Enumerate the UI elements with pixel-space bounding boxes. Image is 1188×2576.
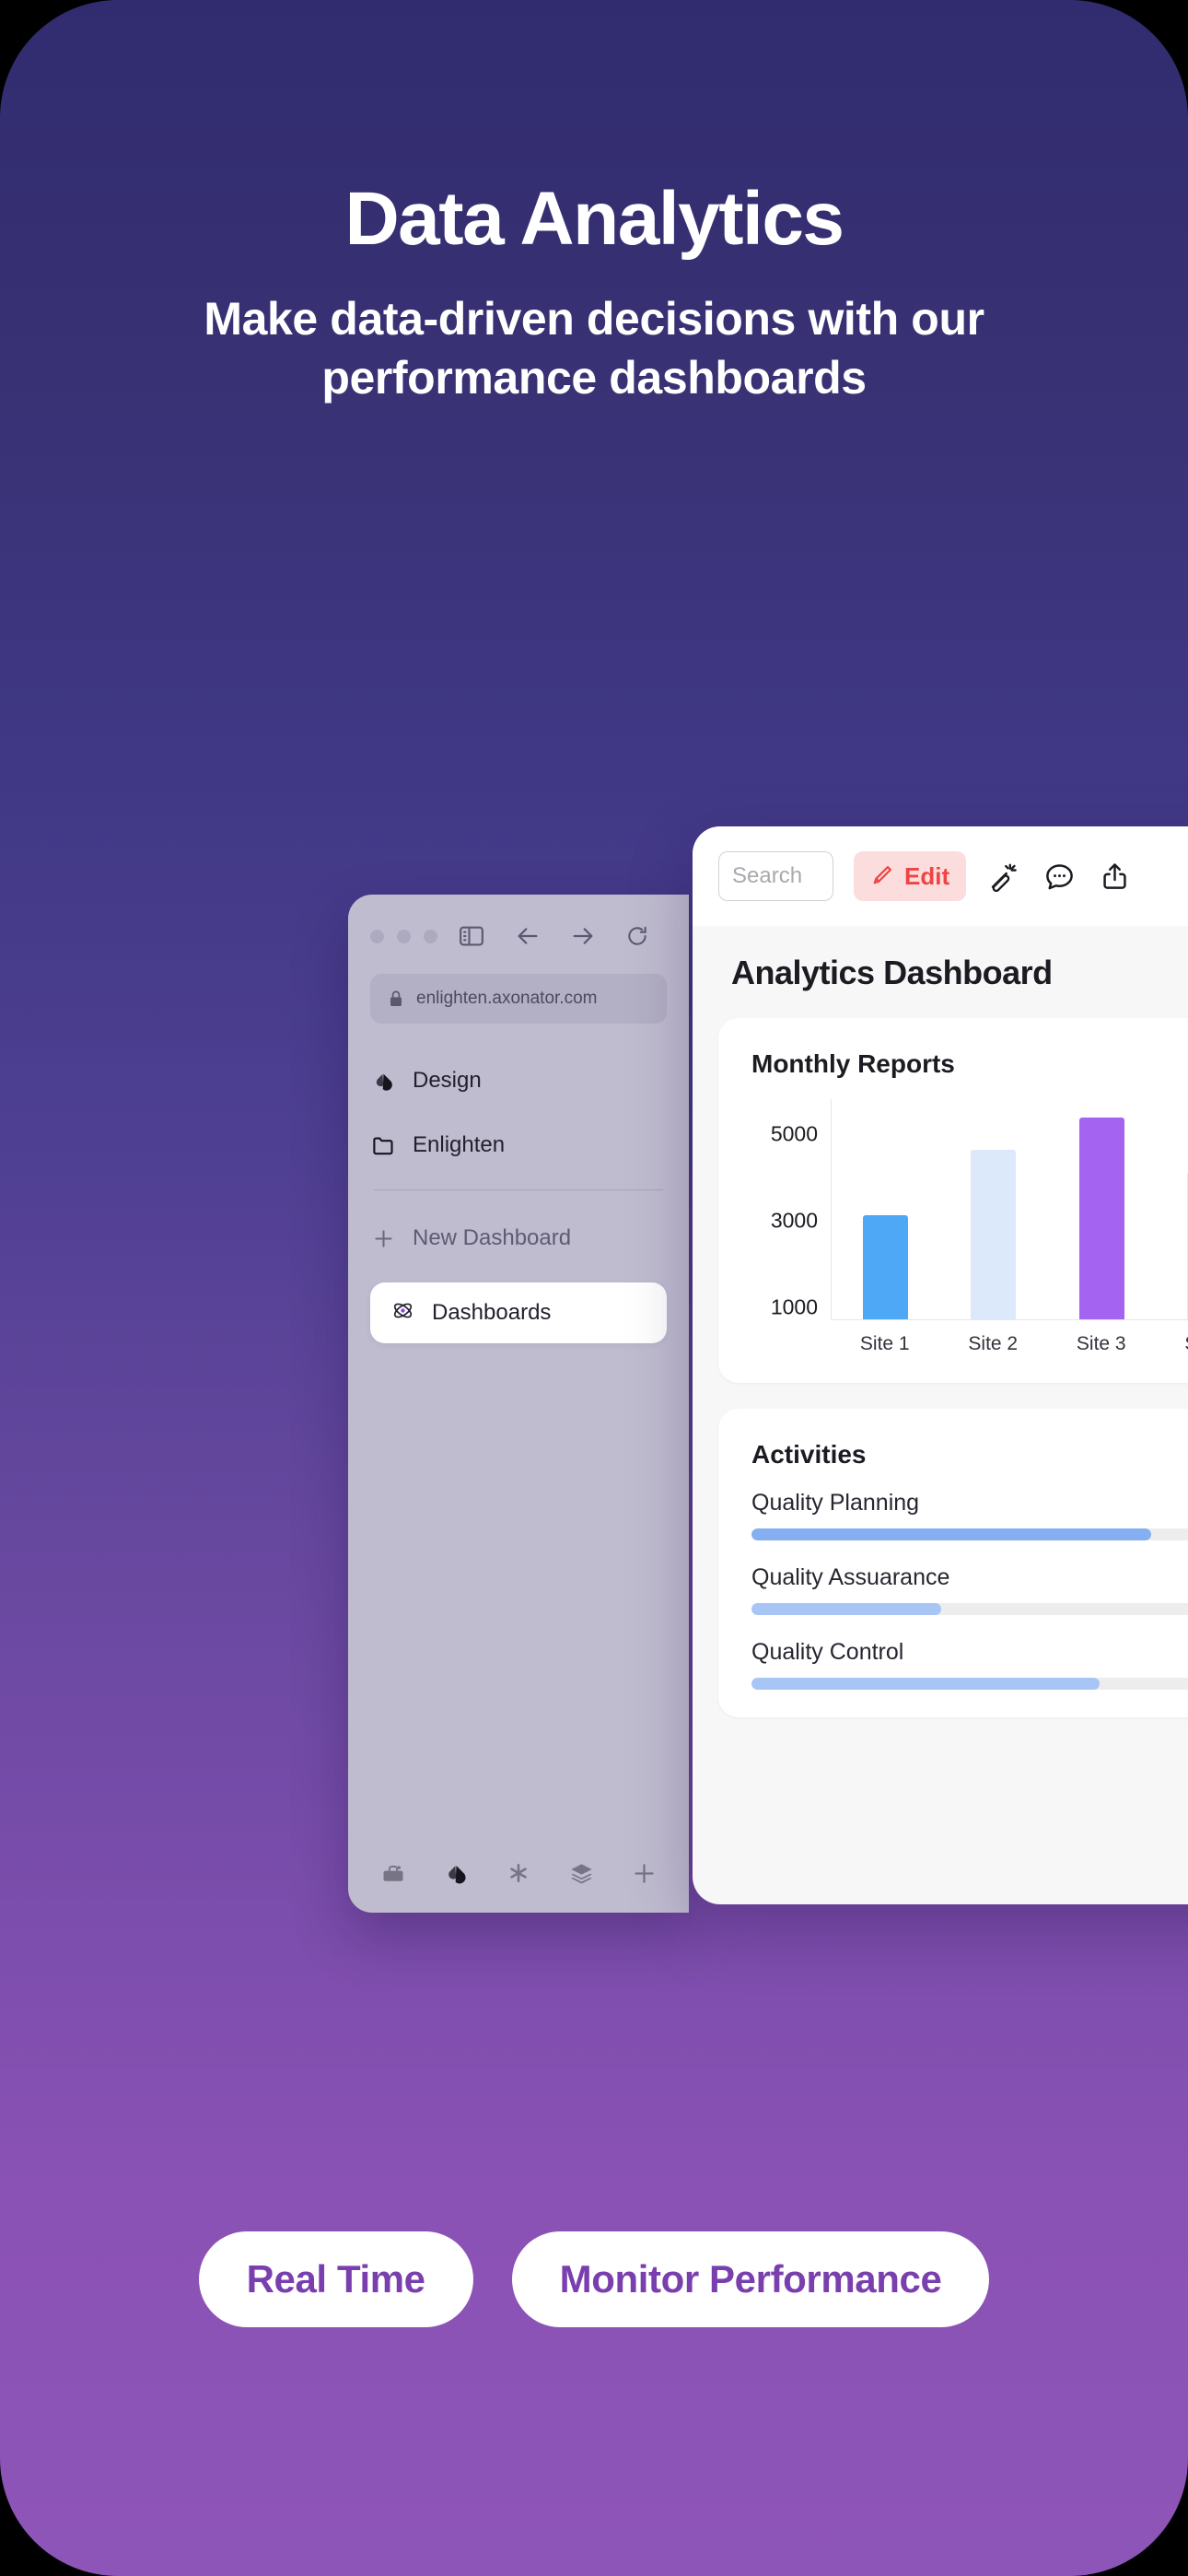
url-text: enlighten.axonator.com — [416, 989, 598, 1008]
hero-subtitle: Make data-driven decisions with our perf… — [204, 292, 984, 404]
activities-list: Quality Planning Quality Assuarance Qualit… — [751, 1490, 1188, 1690]
close-dot[interactable] — [370, 929, 384, 943]
plus-icon — [370, 1225, 396, 1251]
chart-bar-slot — [1048, 1099, 1156, 1319]
browser-window: enlighten.axonator.com Design Enlighten … — [348, 895, 689, 1913]
arrow-right-icon[interactable] — [570, 923, 596, 949]
sidebar-item-label: Enlighten — [413, 1132, 506, 1157]
activity-progress-track — [751, 1678, 1188, 1690]
sidebar-item-enlighten[interactable]: Enlighten — [370, 1125, 667, 1165]
chart-x-tick: Site 1 — [859, 1333, 910, 1354]
sidebar-item-label: Design — [413, 1068, 482, 1093]
search-input[interactable] — [732, 863, 820, 889]
comment-dots-icon[interactable] — [1042, 859, 1077, 894]
layers-icon[interactable] — [567, 1859, 595, 1887]
phone-frame: Data Analytics Make data-driven decision… — [0, 0, 1188, 2576]
sidebar-item-label: Dashboards — [432, 1300, 552, 1325]
activities-card: Activities Quality Planning Quality Assua… — [718, 1409, 1188, 1717]
app-toolbar: Edit — [693, 826, 1188, 926]
edit-button[interactable]: Edit — [854, 851, 967, 901]
page-title: Data Analytics — [344, 177, 844, 261]
sidebar-item-label: New Dashboard — [413, 1225, 572, 1250]
chart-x-tick: Site 4 — [1156, 1333, 1188, 1355]
atom-icon — [390, 1298, 415, 1328]
activity-progress-fill — [751, 1603, 941, 1615]
bar-chart: 5000 3000 1000 — [751, 1099, 1188, 1320]
activity-label: Quality Control — [751, 1639, 904, 1665]
design-droplet-icon — [370, 1068, 396, 1094]
design-droplet-icon[interactable] — [442, 1859, 470, 1887]
sidebar-toggle-icon[interactable] — [458, 922, 485, 950]
chart-plot-area — [831, 1099, 1188, 1320]
chart-bar-slot — [832, 1099, 939, 1319]
browser-dock — [348, 1833, 689, 1913]
chart-y-tick: 1000 — [770, 1294, 818, 1319]
activity-row: Quality Control — [751, 1639, 1188, 1690]
chart-bar-slot — [939, 1099, 1047, 1319]
activity-label: Quality Planning — [751, 1490, 920, 1516]
activity-label: Quality Assuarance — [751, 1564, 950, 1590]
chart-bar-slot — [1156, 1099, 1188, 1319]
chart-x-tick: Site 3 — [1076, 1333, 1126, 1354]
activity-progress-fill — [751, 1528, 1151, 1540]
activity-row: Quality Assuarance — [751, 1564, 1188, 1615]
reload-icon[interactable] — [625, 924, 649, 948]
chart-x-axis: Site 1 Site 2 Site 3 Site 4 — [831, 1333, 1188, 1355]
chart-y-tick: 3000 — [770, 1208, 818, 1233]
chart-y-tick: 5000 — [770, 1121, 818, 1146]
hero-section: Data Analytics Make data-driven decision… — [0, 0, 1188, 407]
minimize-dot[interactable] — [397, 929, 411, 943]
search-field[interactable] — [718, 851, 833, 901]
pencil-icon — [870, 863, 894, 890]
activity-progress-track — [751, 1603, 1188, 1615]
maximize-dot[interactable] — [424, 929, 437, 943]
magic-wand-icon[interactable] — [986, 859, 1021, 894]
pill-monitor-performance[interactable]: Monitor Performance — [511, 2231, 990, 2327]
chart-x-tick: Site 2 — [968, 1333, 1019, 1354]
address-bar[interactable]: enlighten.axonator.com — [370, 974, 667, 1024]
lock-icon — [389, 989, 403, 1008]
activity-row: Quality Planning — [751, 1490, 1188, 1540]
share-upload-icon[interactable] — [1097, 859, 1132, 894]
activities-title: Activities — [751, 1440, 867, 1469]
activity-progress-fill — [751, 1678, 1101, 1690]
sidebar-item-dashboards[interactable]: Dashboards — [370, 1282, 667, 1343]
sidebar-item-design[interactable]: Design — [370, 1060, 667, 1101]
toolbox-icon[interactable] — [379, 1859, 407, 1887]
chart-bar[interactable] — [971, 1150, 1017, 1319]
arrow-left-icon[interactable] — [515, 923, 541, 949]
traffic-lights — [370, 929, 437, 943]
app-panel: Edit — [693, 826, 1188, 1904]
sidebar-divider — [374, 1189, 663, 1190]
chart-title: Monthly Reports — [751, 1049, 955, 1078]
edit-button-label: Edit — [904, 861, 950, 890]
chart-bar[interactable] — [863, 1215, 909, 1319]
browser-chrome: enlighten.axonator.com — [348, 895, 689, 1024]
sparkle-asterisk-icon[interactable] — [505, 1859, 532, 1887]
sidebar-item-new-dashboard[interactable]: New Dashboard — [370, 1218, 667, 1259]
chart-y-axis: 5000 3000 1000 — [751, 1099, 831, 1320]
browser-titlebar — [370, 920, 667, 952]
plus-icon[interactable] — [630, 1859, 658, 1887]
dashboard-title: Analytics Dashboard — [731, 954, 1053, 991]
monthly-reports-card: Monthly Reports 5000 3000 1000 Site 1 Site … — [718, 1018, 1188, 1383]
pill-real-time[interactable]: Real Time — [198, 2231, 473, 2327]
activity-progress-track — [751, 1528, 1188, 1540]
folder-icon — [370, 1132, 396, 1158]
chart-bar[interactable] — [1078, 1118, 1124, 1319]
browser-sidebar: Design Enlighten New Dashboard Dashboard… — [348, 1024, 689, 1343]
feature-pills: Real Time Monitor Performance — [0, 2231, 1188, 2327]
